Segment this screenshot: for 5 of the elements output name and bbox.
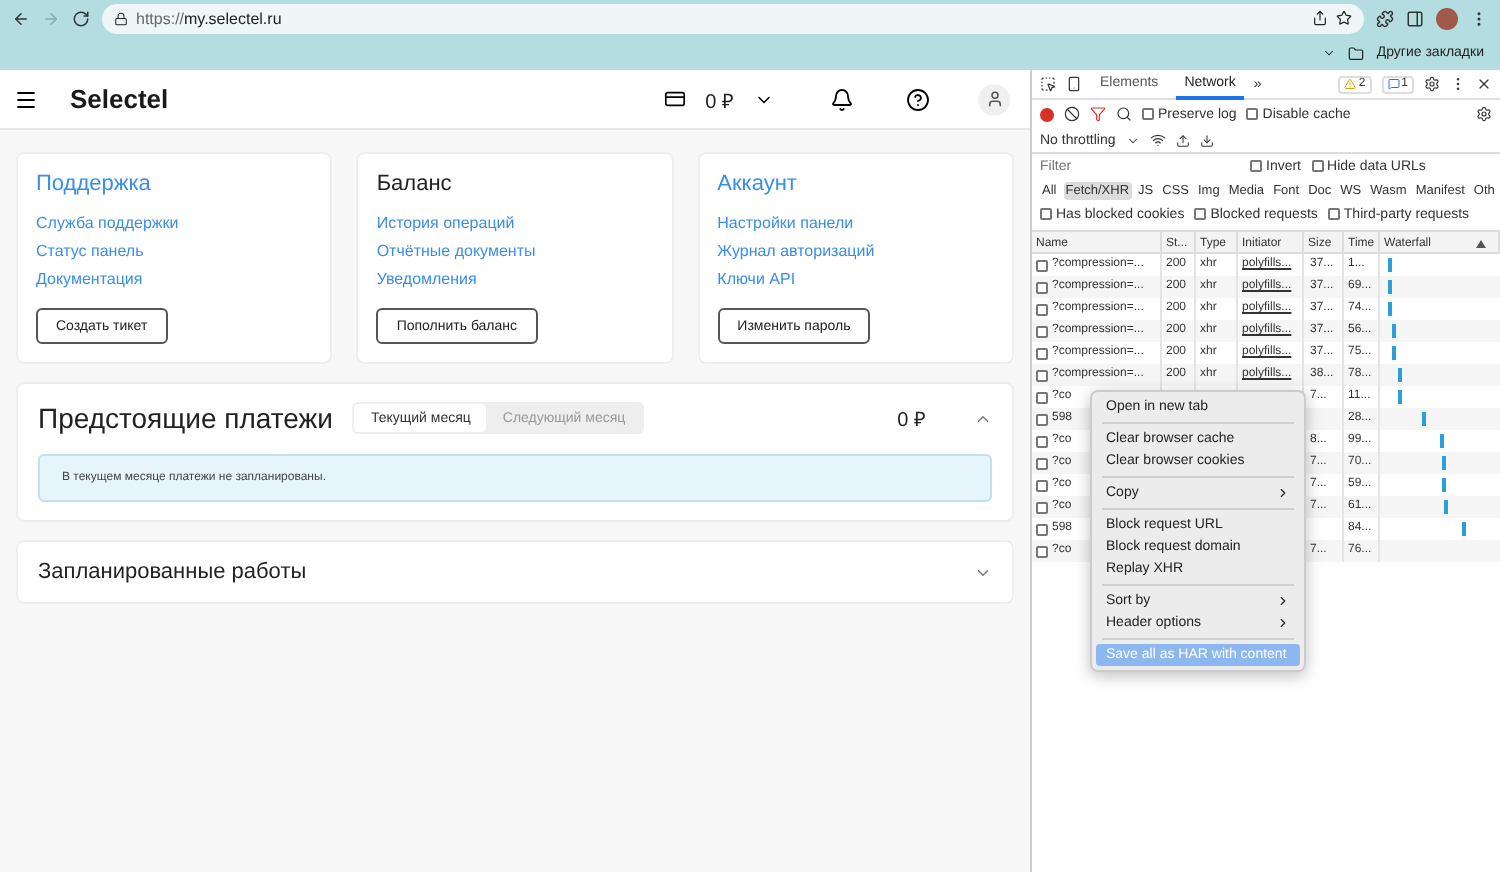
payments-amount: 0 ₽ [897, 408, 926, 432]
balance-amount: 0 ₽ [705, 89, 734, 113]
card-title: Баланс [376, 172, 452, 196]
panel-title: Предстоящие платежи [38, 402, 333, 434]
panel-title: Запланированные работы [38, 560, 307, 584]
